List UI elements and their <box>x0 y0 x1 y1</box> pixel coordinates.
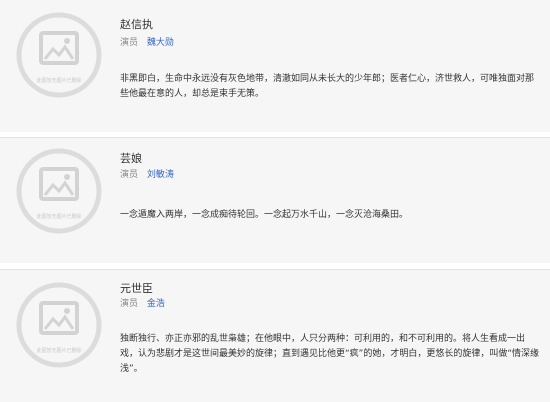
character-name: 赵信执 <box>120 18 153 31</box>
placeholder-caption: 此图暂无图片已删除 <box>36 78 82 84</box>
character-description: 一念遁魔入两岸，一念成痴待轮回。一念起万水千山，一念灭沧海桑田。 <box>120 210 409 220</box>
placeholder-caption: 此图暂无图片已删除 <box>36 214 82 220</box>
image-placeholder-icon: 此图暂无图片已删除 <box>16 12 102 98</box>
character-name: 元世臣 <box>120 282 153 295</box>
actor-line: 演员 魏大勋 <box>120 37 174 49</box>
actor-line: 演员 金浩 <box>120 298 165 310</box>
cast-card: 此图暂无图片已删除 元世臣 演员 金浩 独断独行、亦正亦邪的乱世枭雄；在他眼中，… <box>0 269 550 402</box>
actor-link[interactable]: 金浩 <box>147 299 165 309</box>
character-name: 芸娘 <box>120 152 142 165</box>
role-label: 演员 <box>120 170 139 180</box>
role-label: 演员 <box>120 299 139 309</box>
actor-line: 演员 刘敏涛 <box>120 169 174 181</box>
cast-card: 此图暂无图片已删除 芸娘 演员 刘敏涛 一念遁魔入两岸，一念成痴待轮回。一念起万… <box>0 137 550 263</box>
actor-link[interactable]: 刘敏涛 <box>147 170 174 180</box>
character-description: 独断独行、亦正亦邪的乱世枭雄；在他眼中，人只分两种：可利用的，和不可利用的。将人… <box>120 334 539 374</box>
image-placeholder-icon: 此图暂无图片已删除 <box>16 282 102 368</box>
image-placeholder-icon: 此图暂无图片已删除 <box>16 148 102 234</box>
character-description: 非黑即白，生命中永远没有灰色地带，清澈如同从未长大的少年郎；医者仁心，济世救人，… <box>120 74 535 99</box>
actor-link[interactable]: 魏大勋 <box>147 38 174 48</box>
placeholder-caption: 此图暂无图片已删除 <box>36 348 82 354</box>
cast-card: 此图暂无图片已删除 赵信执 演员 魏大勋 非黑即白，生命中永远没有灰色地带，清澈… <box>0 0 550 132</box>
role-label: 演员 <box>120 38 139 48</box>
cast-list: 此图暂无图片已删除 赵信执 演员 魏大勋 非黑即白，生命中永远没有灰色地带，清澈… <box>0 0 550 402</box>
